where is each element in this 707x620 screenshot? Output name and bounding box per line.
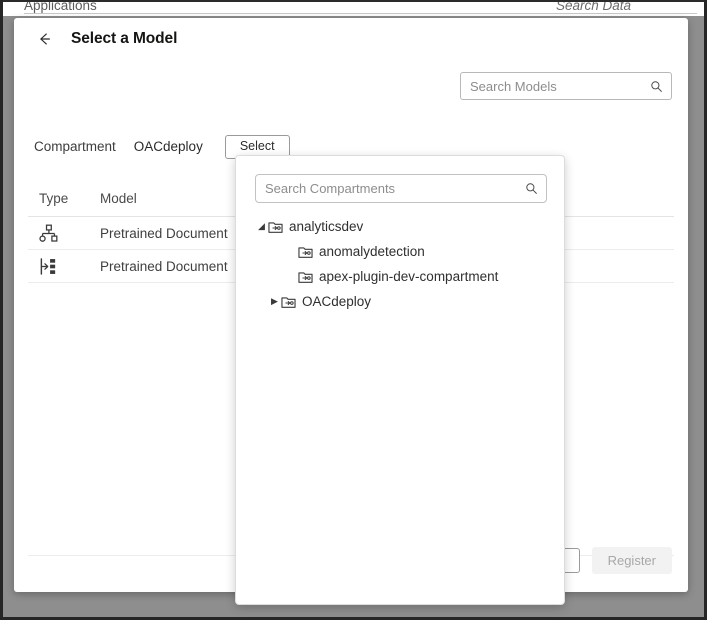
background-page-header: Applications Search Data: [0, 0, 707, 16]
tree-node-label: analyticsdev: [289, 219, 364, 234]
compartment-icon: [281, 295, 296, 309]
compartment-value: OACdeploy: [133, 139, 203, 155]
window-frame-left: [0, 0, 3, 620]
window-frame-top: [0, 0, 707, 2]
tree-node-label: OACdeploy: [302, 294, 372, 309]
background-divider: [24, 13, 697, 14]
dialog-title: Select a Model: [71, 30, 178, 47]
search-compartments-row: [255, 174, 547, 203]
register-button: Register: [591, 547, 672, 574]
app-root: Applications Search Data Select a Model: [0, 0, 707, 620]
search-models-input[interactable]: [461, 73, 671, 99]
compartment-icon: [298, 270, 313, 284]
search-compartments-input[interactable]: [256, 175, 546, 202]
search-models-row: [460, 72, 672, 100]
tree-node-label: apex-plugin-dev-compartment: [319, 269, 499, 284]
chevron-right-icon[interactable]: ▶: [268, 297, 281, 306]
back-arrow-icon[interactable]: [33, 28, 55, 50]
compartment-tree: ◢ analyticsdev anomalydetection apex-plu…: [255, 214, 554, 314]
column-header-type: Type: [39, 190, 69, 206]
chevron-down-icon[interactable]: ◢: [255, 222, 268, 231]
dialog-header: Select a Model: [14, 18, 688, 60]
tree-node-label: anomalydetection: [319, 244, 425, 259]
compartment-icon: [298, 245, 313, 259]
tree-node-apex-plugin-dev-compartment[interactable]: apex-plugin-dev-compartment: [255, 264, 554, 289]
search-models-box[interactable]: [460, 72, 672, 100]
document-classification-icon: [39, 224, 100, 243]
tree-node-oacdeploy[interactable]: ▶ OACdeploy: [255, 289, 554, 314]
tree-node-anomalydetection[interactable]: anomalydetection: [255, 239, 554, 264]
tree-node-analyticsdev[interactable]: ◢ analyticsdev: [255, 214, 554, 239]
row-type-cell: [28, 257, 100, 276]
search-compartments-box[interactable]: [255, 174, 547, 203]
key-value-extraction-icon: [39, 257, 100, 276]
compartment-label: Compartment: [34, 139, 116, 155]
compartment-picker-panel: ◢ analyticsdev: [235, 155, 565, 605]
compartment-icon: [268, 220, 283, 234]
row-type-cell: [28, 224, 100, 243]
